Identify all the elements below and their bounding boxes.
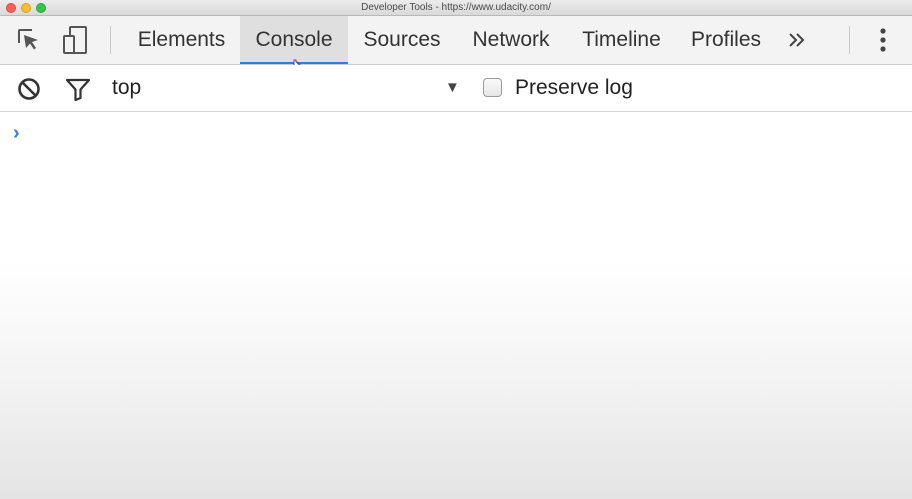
- toolbar-divider-right: [849, 26, 850, 54]
- window-title: Developer Tools - https://www.udacity.co…: [361, 2, 551, 13]
- tab-network[interactable]: Network: [458, 16, 564, 64]
- tab-timeline[interactable]: Timeline: [568, 16, 675, 64]
- preserve-log-checkbox[interactable]: [483, 78, 502, 97]
- clear-console-icon[interactable]: [15, 75, 43, 103]
- console-prompt-icon: ›: [13, 122, 20, 144]
- toolbar-divider: [110, 26, 111, 54]
- device-mode-icon[interactable]: [59, 23, 93, 57]
- context-value: top: [112, 76, 142, 99]
- tab-profiles[interactable]: Profiles: [679, 16, 773, 64]
- vertical-ellipsis-icon[interactable]: [866, 23, 900, 57]
- console-toolbar: top ▼ Preserve log: [0, 65, 912, 112]
- console-input[interactable]: [36, 121, 896, 147]
- tab-console[interactable]: Console: [240, 16, 348, 64]
- context-select[interactable]: top ▼: [112, 65, 464, 111]
- console-output[interactable]: ›: [0, 113, 912, 499]
- filter-icon[interactable]: [64, 75, 92, 103]
- devtools-main-toolbar: Elements Console Sources Network Timelin…: [0, 16, 912, 73]
- chevron-double-right-icon[interactable]: [780, 23, 814, 57]
- preserve-log-label[interactable]: Preserve log: [515, 65, 633, 111]
- tab-elements[interactable]: Elements: [124, 16, 239, 64]
- inspect-element-icon[interactable]: [12, 23, 46, 57]
- tab-sources[interactable]: Sources: [349, 16, 455, 64]
- dropdown-arrow-icon: ▼: [445, 79, 460, 96]
- window-titlebar: Developer Tools - https://www.udacity.co…: [0, 0, 912, 16]
